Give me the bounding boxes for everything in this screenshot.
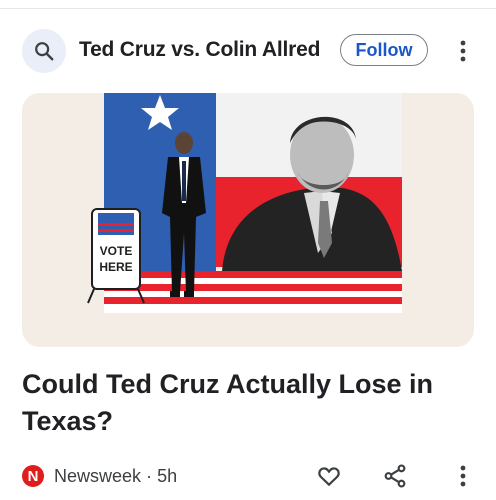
heart-outline-icon [318,467,340,487]
article-headline[interactable]: Could Ted Cruz Actually Lose in Texas? [22,366,472,440]
vote-sign-line2: HERE [99,260,132,274]
newsweek-logo: N [22,465,44,487]
time-ago: 5h [157,466,178,486]
vote-here-sign: VOTE HERE [87,208,145,304]
more-vert-icon [460,465,466,487]
article-footer: N Newsweek · 5h [22,460,474,494]
like-button[interactable] [316,463,342,489]
topic-title[interactable]: Ted Cruz vs. Colin Allred [79,38,320,62]
source-name: Newsweek [54,466,142,486]
search-button[interactable] [22,29,66,73]
vote-sign-line1: VOTE [100,244,133,258]
source-logo-letter: N [27,467,39,485]
follow-button[interactable]: Follow [340,34,428,66]
meta-separator: · [146,466,153,486]
article-collage: VOTE HERE [22,93,474,347]
header-more-button[interactable] [454,34,472,68]
top-divider [0,8,496,9]
share-button[interactable] [382,463,408,489]
flag-stripes [104,271,402,313]
article-image[interactable]: VOTE HERE [22,93,474,347]
source-meta: Newsweek · 5h [54,466,177,487]
footer-more-button[interactable] [454,463,472,489]
topic-header: Ted Cruz vs. Colin Allred Follow [22,28,482,74]
search-icon [35,42,54,61]
more-vert-icon [460,40,466,62]
share-icon [384,464,406,488]
